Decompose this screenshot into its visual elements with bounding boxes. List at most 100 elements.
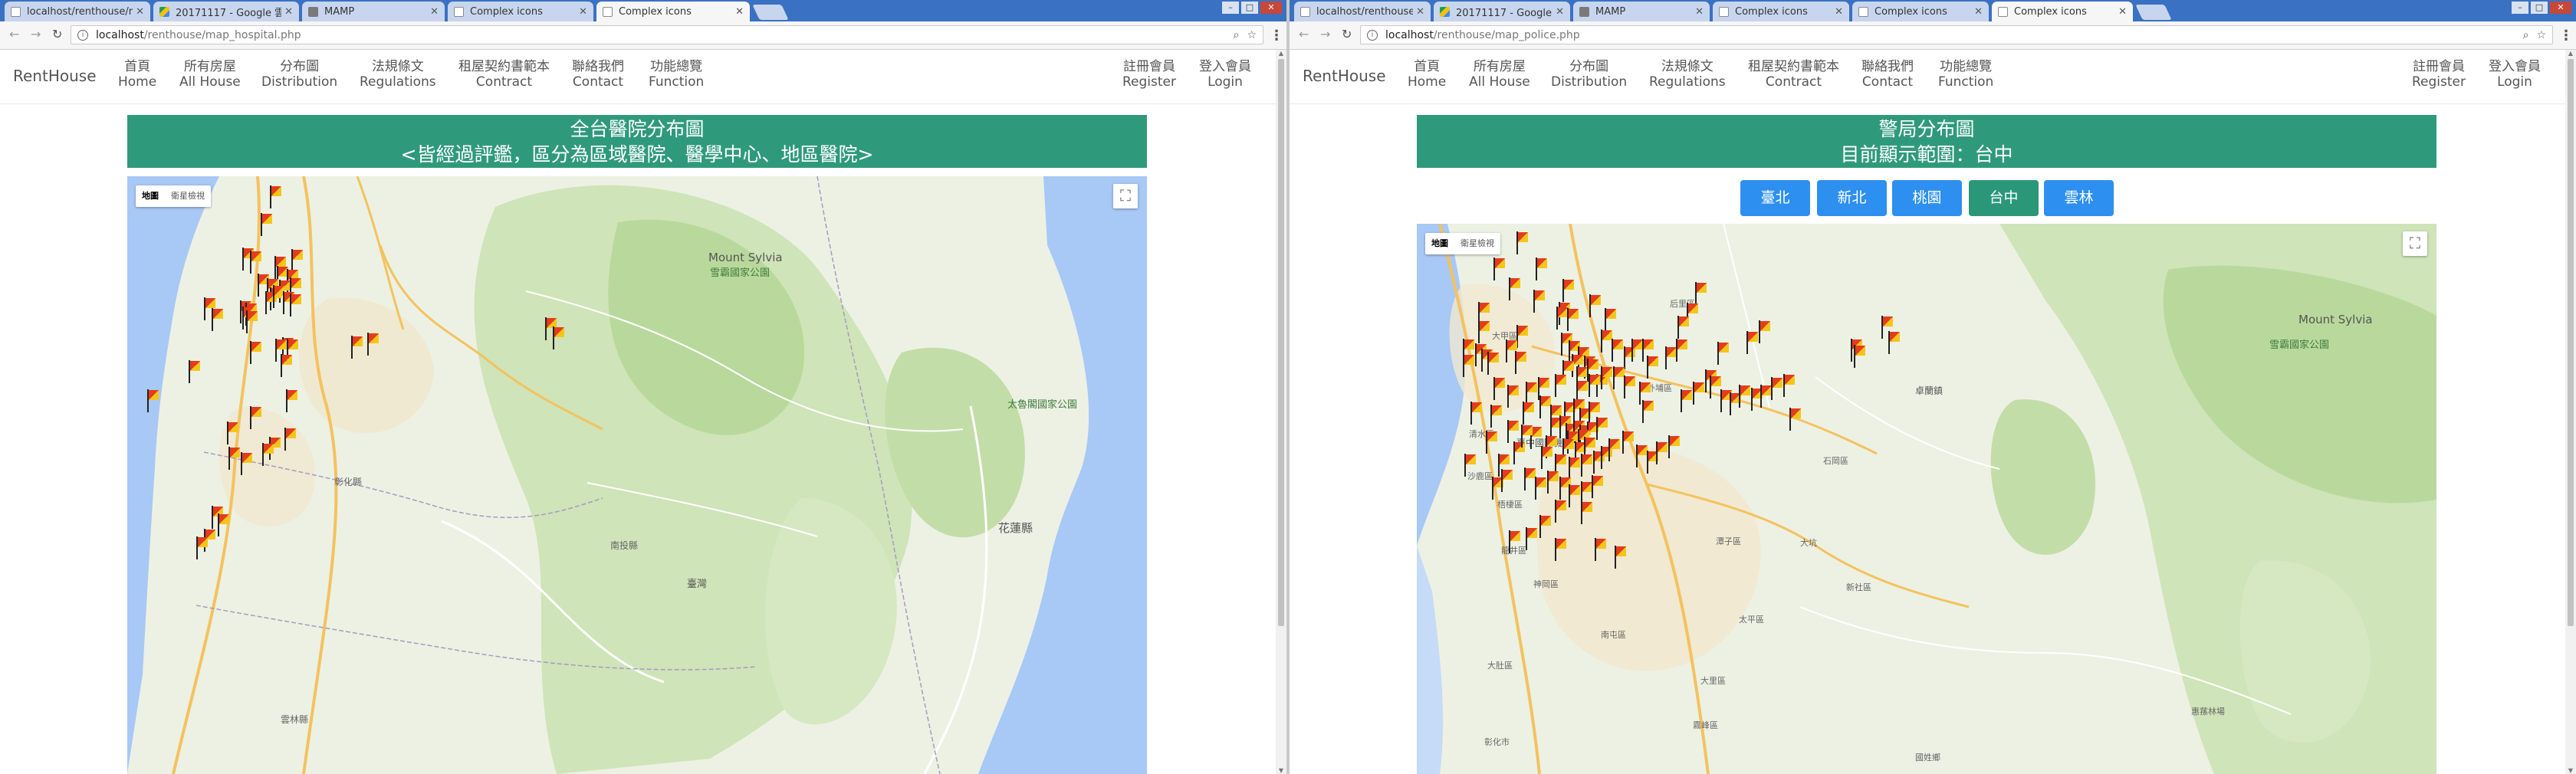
flag-marker-icon[interactable] — [1581, 501, 1593, 524]
close-icon[interactable]: ✕ — [1695, 6, 1704, 18]
flag-marker-icon[interactable] — [1746, 331, 1759, 354]
flag-marker-icon[interactable] — [1521, 425, 1533, 448]
nav-distribution[interactable]: 分布圖 Distribution — [1551, 59, 1627, 90]
flag-marker-icon[interactable] — [196, 536, 209, 559]
flag-marker-icon[interactable] — [1555, 538, 1567, 561]
flag-marker-icon[interactable] — [1507, 385, 1520, 408]
flag-marker-icon[interactable] — [1470, 402, 1483, 425]
minimize-icon[interactable]: – — [2512, 2, 2528, 14]
close-icon[interactable]: ✕ — [1835, 6, 1843, 18]
close-icon[interactable]: ✕ — [1974, 6, 1983, 18]
nav-regulations[interactable]: 法規條文 Regulations — [360, 59, 436, 90]
flag-marker-icon[interactable] — [1789, 408, 1802, 431]
flag-marker-icon[interactable] — [250, 406, 262, 429]
flag-marker-icon[interactable] — [1615, 546, 1627, 569]
close-icon[interactable]: ✕ — [2118, 6, 2127, 18]
close-icon[interactable]: ✕ — [1556, 6, 1564, 18]
flag-marker-icon[interactable] — [250, 341, 262, 364]
flag-marker-icon[interactable] — [1493, 377, 1506, 400]
vertical-scrollbar[interactable]: ▲ ▼ — [2565, 50, 2576, 774]
nav-home[interactable]: 首頁 Home — [1408, 59, 1446, 90]
flag-marker-icon[interactable] — [1888, 331, 1901, 354]
flag-marker-icon[interactable] — [1624, 376, 1636, 398]
new-tab-button[interactable] — [752, 5, 789, 20]
flag-marker-icon[interactable] — [189, 360, 201, 383]
flag-marker-icon[interactable] — [261, 213, 273, 236]
flag-marker-icon[interactable] — [1581, 454, 1593, 477]
flag-marker-icon[interactable] — [1739, 385, 1751, 408]
flag-marker-icon[interactable] — [1693, 382, 1705, 405]
flag-marker-icon[interactable] — [218, 513, 230, 536]
nav-contact[interactable]: 聯絡我們 Contact — [572, 59, 624, 90]
info-icon[interactable]: i — [1367, 29, 1378, 41]
flag-marker-icon[interactable] — [1612, 339, 1624, 362]
new-tab-button[interactable] — [2135, 5, 2172, 20]
flag-marker-icon[interactable] — [1567, 308, 1579, 331]
flag-marker-icon[interactable] — [1676, 339, 1688, 362]
fullscreen-icon[interactable]: ⛶ — [2403, 231, 2427, 256]
nav-function[interactable]: 功能總覽 Function — [1938, 59, 1993, 90]
tab-complex-icons-active[interactable]: Complex icons ✕ — [596, 2, 750, 21]
back-icon[interactable]: ← — [9, 28, 19, 41]
nav-contract[interactable]: 租屋契約書範本 Contract — [1748, 59, 1839, 90]
scroll-up-icon[interactable]: ▲ — [1276, 50, 1286, 57]
tab-complex-icons-active[interactable]: Complex icons ✕ — [1992, 2, 2133, 21]
close-icon[interactable]: ✕ — [284, 6, 293, 18]
nav-register[interactable]: 註冊會員 Register — [1122, 59, 1176, 90]
nav-distribution[interactable]: 分布圖 Distribution — [261, 59, 337, 90]
maximize-icon[interactable]: □ — [1241, 2, 1258, 14]
address-bar[interactable]: i localhost/renthouse/map_hospital.php ⌕… — [71, 25, 1263, 44]
flag-marker-icon[interactable] — [1533, 290, 1546, 313]
flag-marker-icon[interactable] — [1592, 475, 1604, 498]
scroll-down-icon[interactable]: ▼ — [2565, 767, 2576, 774]
map-type-map[interactable]: 地圖 — [1425, 233, 1454, 254]
flag-marker-icon[interactable] — [1523, 402, 1535, 425]
bookmark-star-icon[interactable]: ☆ — [1247, 29, 1257, 41]
nav-regulations[interactable]: 法規條文 Regulations — [1649, 59, 1726, 90]
flag-marker-icon[interactable] — [262, 443, 274, 466]
flag-marker-icon[interactable] — [1490, 405, 1503, 428]
flag-marker-icon[interactable] — [1668, 435, 1681, 458]
flag-marker-icon[interactable] — [1515, 351, 1527, 374]
city-button-taichung[interactable]: 台中 — [1969, 180, 2039, 216]
tab-localhost[interactable]: localhost/renthouse/m ✕ — [5, 2, 150, 21]
vertical-scrollbar[interactable]: ▲ ▼ — [1276, 50, 1286, 774]
back-icon[interactable]: ← — [1299, 28, 1309, 41]
nav-contact[interactable]: 聯絡我們 Contact — [1861, 59, 1914, 90]
reload-icon[interactable]: ↻ — [1342, 28, 1352, 41]
zoom-icon[interactable]: ⌕ — [2523, 29, 2529, 41]
tab-mamp[interactable]: MAMP ✕ — [302, 2, 445, 21]
flag-marker-icon[interactable] — [1509, 530, 1521, 553]
close-icon[interactable]: ✕ — [735, 6, 744, 18]
flag-marker-icon[interactable] — [290, 294, 302, 316]
flag-marker-icon[interactable] — [1759, 320, 1771, 343]
tab-localhost[interactable]: localhost/renthouse/m ✕ — [1294, 2, 1431, 21]
zoom-icon[interactable]: ⌕ — [1234, 29, 1240, 41]
nav-function[interactable]: 功能總覽 Function — [649, 59, 704, 90]
flag-marker-icon[interactable] — [241, 452, 253, 475]
address-bar[interactable]: i localhost/renthouse/map_police.php ⌕ ☆ — [1360, 25, 2553, 44]
nav-home[interactable]: 首頁 Home — [118, 59, 156, 90]
flag-marker-icon[interactable] — [1555, 374, 1567, 397]
flag-marker-icon[interactable] — [1589, 374, 1601, 397]
flag-marker-icon[interactable] — [227, 421, 239, 444]
scroll-up-icon[interactable]: ▲ — [2565, 50, 2576, 57]
flag-marker-icon[interactable] — [367, 333, 380, 356]
nav-all-house[interactable]: 所有房屋 All House — [179, 59, 241, 90]
scroll-down-icon[interactable]: ▼ — [1276, 767, 1286, 774]
nav-all-house[interactable]: 所有房屋 All House — [1469, 59, 1530, 90]
flag-marker-icon[interactable] — [270, 185, 282, 208]
flag-marker-icon[interactable] — [1681, 389, 1693, 412]
maximize-icon[interactable]: □ — [2531, 2, 2548, 14]
nav-register[interactable]: 註冊會員 Register — [2412, 59, 2466, 90]
flag-marker-icon[interactable] — [1509, 277, 1521, 300]
city-button-yunlin[interactable]: 雲林 — [2044, 180, 2114, 216]
city-button-new-taipei[interactable]: 新北 — [1817, 180, 1887, 216]
flag-marker-icon[interactable] — [250, 251, 262, 274]
flag-marker-icon[interactable] — [212, 308, 224, 331]
flag-marker-icon[interactable] — [1656, 441, 1668, 464]
flag-marker-icon[interactable] — [1562, 279, 1575, 302]
city-button-taoyuan[interactable]: 桃園 — [1892, 180, 1962, 216]
flag-marker-icon[interactable] — [281, 354, 293, 377]
flag-marker-icon[interactable] — [147, 389, 159, 412]
